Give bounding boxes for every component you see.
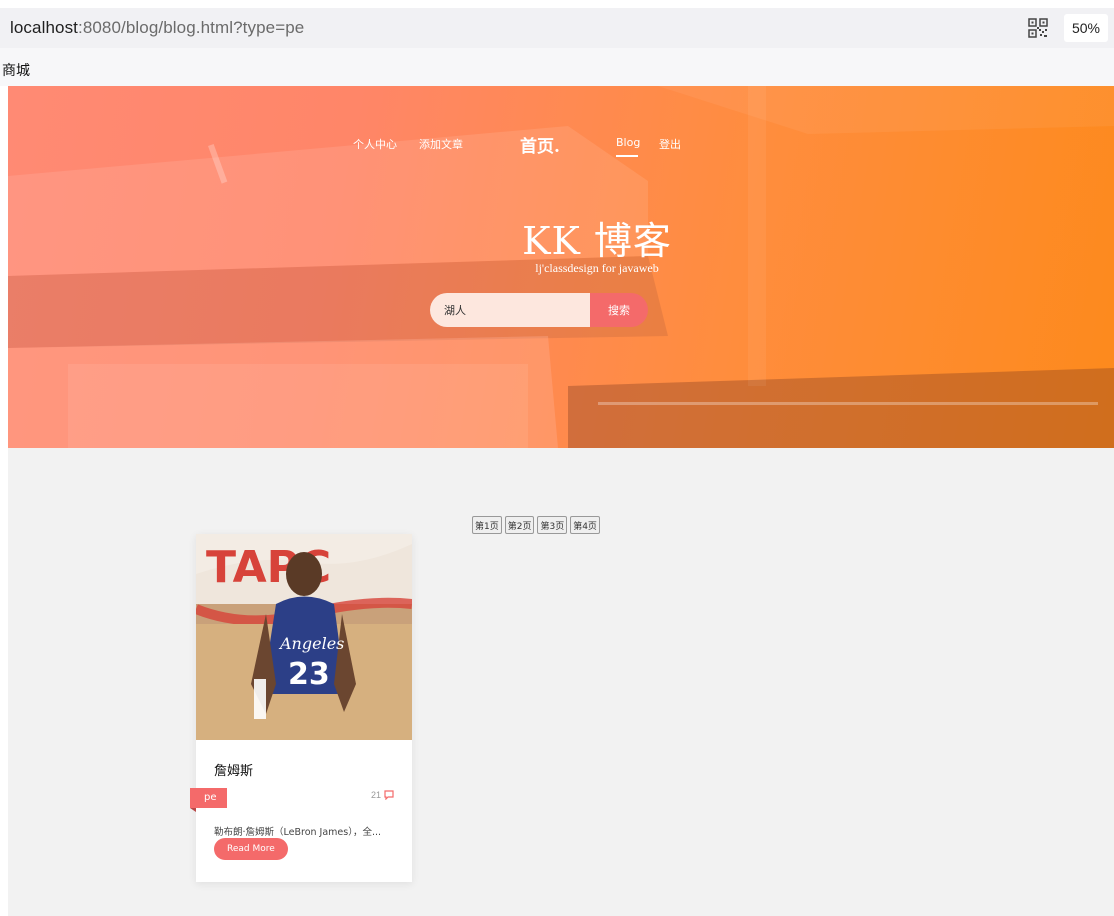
nav-add-article[interactable]: 添加文章 bbox=[419, 136, 463, 152]
nav-profile[interactable]: 个人中心 bbox=[353, 136, 397, 152]
post-excerpt: 勒布朗·詹姆斯（LeBron James），全... bbox=[214, 827, 382, 838]
nav-home-logo[interactable]: 首页. bbox=[520, 132, 560, 157]
url-text[interactable]: localhost:8080/blog/blog.html?type=pe bbox=[10, 18, 304, 38]
tab-strip: 商城 bbox=[0, 48, 1114, 86]
nav-logout[interactable]: 登出 bbox=[659, 136, 681, 152]
comment-count-value: 21 bbox=[370, 790, 381, 800]
address-bar[interactable]: localhost:8080/blog/blog.html?type=pe 50… bbox=[0, 8, 1114, 48]
svg-text:Angeles: Angeles bbox=[278, 634, 344, 653]
hero-banner: 个人中心 添加文章 首页. Blog 登出 KK 博客 lj'classdesi… bbox=[8, 86, 1114, 448]
page-button-3[interactable]: 第3页 bbox=[537, 516, 568, 534]
comment-count: 21 bbox=[371, 790, 394, 800]
nav-blog[interactable]: Blog bbox=[616, 136, 640, 149]
post-title[interactable]: 詹姆斯 bbox=[214, 760, 253, 779]
main-nav: 个人中心 添加文章 首页. Blog 登出 bbox=[8, 136, 1114, 160]
post-thumbnail-image[interactable]: TAPC Angeles 23 bbox=[196, 534, 412, 740]
hero-subtitle: lj'classdesign for javaweb bbox=[535, 261, 659, 275]
hero-title: KK 博客 bbox=[522, 219, 672, 263]
search-input[interactable] bbox=[430, 293, 590, 327]
tab-shop[interactable]: 商城 bbox=[2, 60, 30, 80]
search-button[interactable]: 搜索 bbox=[590, 293, 648, 327]
page-button-2[interactable]: 第2页 bbox=[504, 516, 535, 534]
content-area: 第1页 第2页 第3页 第4页 TAPC Angeles 23 詹姆斯 pe 2… bbox=[8, 448, 1114, 916]
search-form: 搜索 bbox=[430, 293, 648, 327]
page-button-4[interactable]: 第4页 bbox=[570, 516, 600, 534]
qr-code-icon[interactable] bbox=[1028, 18, 1048, 38]
pagination: 第1页 第2页 第3页 第4页 bbox=[472, 516, 600, 534]
post-tag[interactable]: pe bbox=[190, 788, 227, 812]
zoom-level-badge[interactable]: 50% bbox=[1064, 14, 1108, 42]
read-more-button[interactable]: Read More bbox=[214, 838, 288, 860]
nav-active-indicator bbox=[616, 155, 638, 157]
svg-text:23: 23 bbox=[288, 657, 330, 692]
page-button-1[interactable]: 第1页 bbox=[472, 516, 502, 534]
post-card: TAPC Angeles 23 詹姆斯 pe 21 勒布朗·詹姆斯（LeBron… bbox=[190, 534, 412, 882]
comment-icon bbox=[384, 790, 394, 800]
